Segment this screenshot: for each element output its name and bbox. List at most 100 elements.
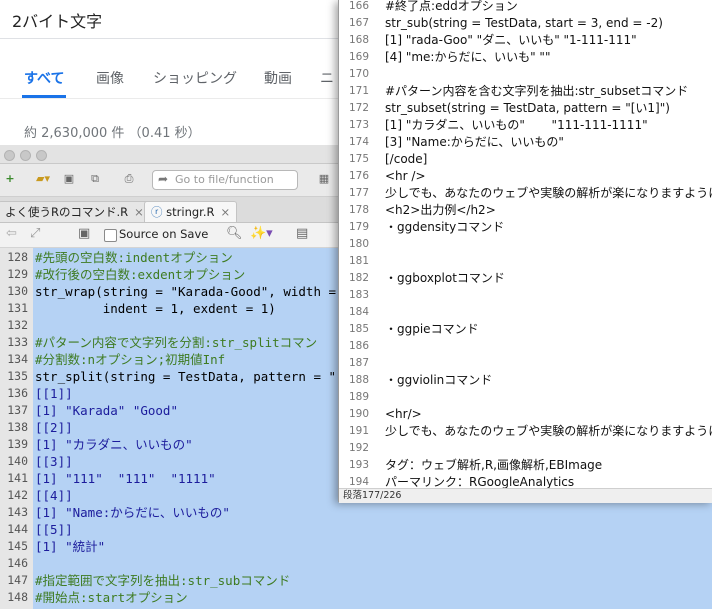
text-line[interactable]: 175 [/code] (339, 151, 712, 168)
status-bar: 段落177/226 (339, 488, 712, 503)
text-line[interactable]: 186 (339, 338, 712, 355)
result-stats: 約 2,630,000 件 （0.41 秒） (24, 126, 201, 141)
line-number: 148 (7, 590, 28, 604)
code-text: [[4]] (35, 488, 73, 503)
code-text: str_wrap(string = "Karada-Good", width =… (35, 284, 359, 299)
text-line[interactable]: 171 #パターン内容を含む文字列を抽出:str_subsetコマンド (339, 83, 712, 100)
line-text: [3] "Name:からだに、いいもの" (385, 135, 564, 149)
tab-images[interactable]: 画像 (96, 68, 124, 88)
goto-file-input[interactable]: ➦ Go to file/function (152, 170, 298, 190)
code-line[interactable]: 145 [1] "統計" (0, 538, 712, 555)
text-line[interactable]: 185 ・ggpieコマンド (339, 321, 712, 338)
line-text: #終了点:eddオプション (385, 0, 518, 13)
line-text: ・ggpieコマンド (385, 322, 479, 336)
code-text: [[3]] (35, 454, 73, 469)
code-line[interactable]: 144 [[5]] (0, 521, 712, 538)
line-number: 140 (7, 454, 28, 468)
text-line[interactable]: 173 [1] "カラダニ、いいもの" "111-111-1111" (339, 117, 712, 134)
text-line[interactable]: 180 (339, 236, 712, 253)
tab-all[interactable]: すべて (24, 68, 64, 88)
text-line[interactable]: 169 [4] "me:からだに、いいも" "" (339, 49, 712, 66)
line-text: [1] "rada-Goo" "ダニ、いいも" "1-111-111" (385, 33, 637, 47)
tab-file-commands-label: よく使うRのコマンド.R (5, 205, 129, 219)
text-line[interactable]: 174 [3] "Name:からだに、いいもの" (339, 134, 712, 151)
line-number: 173 (348, 119, 369, 131)
close-window-icon[interactable] (4, 150, 15, 161)
text-line[interactable]: 191 少しでも、あなたのウェブや実験の解析が楽になりますように!! (339, 423, 712, 440)
code-text: str_split(string = TestData, pattern = "… (35, 369, 352, 384)
text-line[interactable]: 176 <hr /> (339, 168, 712, 185)
tab-file-stringr[interactable]: ⓡ stringr.R × (144, 201, 238, 222)
save-icon[interactable]: ▣ (62, 171, 76, 187)
line-number: 129 (7, 267, 28, 281)
minimize-window-icon[interactable] (20, 150, 31, 161)
close-tab-icon[interactable]: × (221, 205, 231, 219)
save-all-icon[interactable]: ⧉ (88, 171, 102, 187)
line-number: 171 (348, 85, 369, 97)
text-line[interactable]: 184 (339, 304, 712, 321)
text-line[interactable]: 190 <hr/> (339, 406, 712, 423)
search-input[interactable]: 2バイト文字 (0, 0, 345, 39)
text-line[interactable]: 170 (339, 66, 712, 83)
line-number: 184 (348, 306, 369, 318)
tab-file-stringr-label: stringr.R (166, 205, 215, 219)
code-line[interactable]: 148 #開始点:startオプション (0, 589, 712, 606)
tab-shopping[interactable]: ショッピング (153, 68, 237, 88)
code-text: #分割数:nオプション;初期値Inf (35, 352, 226, 367)
source-on-save-checkbox[interactable] (104, 229, 117, 242)
text-line[interactable]: 177 少しでも、あなたのウェブや実験の解析が楽になりますように!! (339, 185, 712, 202)
text-line[interactable]: 193 タグ：ウェブ解析,R,画像解析,EBImage (339, 457, 712, 474)
text-line[interactable]: 181 (339, 253, 712, 270)
text-line[interactable]: 167 str_sub(string = TestData, start = 3,… (339, 15, 712, 32)
line-text: str_sub(string = TestData, start = 3, en… (385, 16, 663, 30)
line-number: 169 (348, 51, 369, 63)
line-number: 142 (7, 488, 28, 502)
zoom-window-icon[interactable] (36, 150, 47, 161)
text-line[interactable]: 182 ・ggboxplotコマンド (339, 270, 712, 287)
code-text: indent = 1, exdent = 1) (35, 301, 276, 316)
line-number: 188 (348, 374, 369, 386)
grid-layout-icon[interactable]: ▦ (316, 171, 332, 187)
line-number: 128 (7, 250, 28, 264)
line-text: ・ggdensityコマンド (385, 220, 505, 234)
code-line[interactable]: 143 [1] "Name:からだに、いいもの" (0, 504, 712, 521)
code-tools-wand-icon[interactable]: ✨▾ (250, 226, 273, 241)
line-text: ・ggboxplotコマンド (385, 271, 505, 285)
line-number: 145 (7, 539, 28, 553)
text-line[interactable]: 187 (339, 355, 712, 372)
show-in-window-icon[interactable]: ⤢ (30, 226, 40, 241)
open-folder-icon[interactable]: ▰▾ (30, 171, 56, 187)
text-line[interactable]: 188 ・ggviolinコマンド (339, 372, 712, 389)
print-icon[interactable]: ⎙ (120, 171, 138, 187)
code-line[interactable]: 146 (0, 555, 712, 572)
tab-file-commands[interactable]: よく使うRのコマンド.R × (0, 201, 151, 222)
line-number: 131 (7, 301, 28, 315)
line-number: 181 (348, 255, 369, 267)
text-line[interactable]: 172 str_subset(string = TestData, pattern… (339, 100, 712, 117)
text-line[interactable]: 192 (339, 440, 712, 457)
back-arrow-icon[interactable]: ⇦ (6, 226, 17, 241)
search-icon[interactable]: 🔍︎ (226, 226, 243, 241)
text-line[interactable]: 166 #終了点:eddオプション (339, 0, 712, 15)
text-line[interactable]: 183 (339, 287, 712, 304)
text-line[interactable]: 179 ・ggdensityコマンド (339, 219, 712, 236)
line-number: 193 (348, 459, 369, 471)
document-outline-icon[interactable]: ▤ (296, 226, 308, 241)
close-tab-icon[interactable]: × (134, 205, 144, 219)
text-line[interactable]: 168 [1] "rada-Goo" "ダニ、いいも" "1-111-111" (339, 32, 712, 49)
text-line[interactable]: 189 (339, 389, 712, 406)
tab-videos[interactable]: 動画 (264, 68, 292, 88)
tab-news[interactable]: ニ (320, 68, 334, 88)
code-text: [1] "Name:からだに、いいもの" (35, 505, 230, 520)
code-text: #開始点:startオプション (35, 590, 188, 605)
line-text: <hr/> (385, 407, 422, 421)
paragraph-position: 段落177/226 (343, 490, 402, 501)
line-number: 130 (7, 284, 28, 298)
line-number: 191 (348, 425, 369, 437)
code-text: [1] "統計" (35, 539, 106, 554)
text-line[interactable]: 178 <h2>出力例</h2> (339, 202, 712, 219)
new-file-icon[interactable]: + (4, 171, 16, 187)
save-file-icon[interactable]: ▣ (78, 226, 90, 241)
goto-arrow-icon: ➦ (158, 172, 169, 186)
code-line[interactable]: 147 #指定範囲で文字列を抽出:str_subコマンド (0, 572, 712, 589)
